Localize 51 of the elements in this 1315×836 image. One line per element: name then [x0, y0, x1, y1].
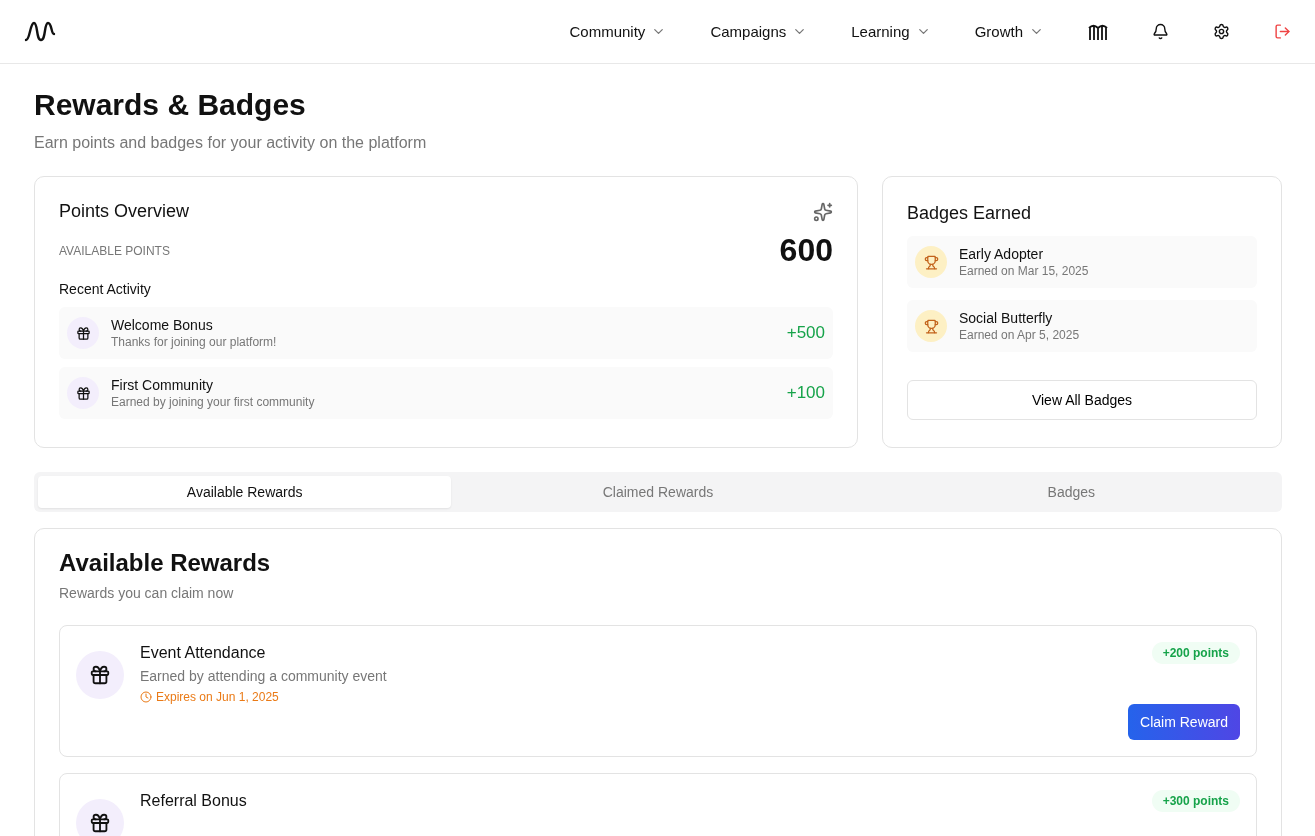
panel-subtitle: Rewards you can claim now: [59, 585, 235, 601]
settings-icon: [1213, 23, 1230, 40]
badge-date: Earned on Apr 5, 2025: [959, 328, 1081, 342]
badge-name: Early Adopter: [959, 246, 1045, 262]
activity-points: +100: [786, 383, 825, 403]
logo-icon[interactable]: [24, 19, 56, 44]
view-badges-button[interactable]: View All Badges: [907, 380, 1257, 420]
gift-icon: [67, 377, 99, 409]
badge-name: Social Butterfly: [959, 310, 1054, 326]
claim-reward-button[interactable]: Claim Reward: [1128, 704, 1240, 740]
reward-description: Earned by attending a community event: [140, 668, 388, 684]
card-title: Points Overview: [59, 201, 190, 222]
points-badge: +200 points: [1151, 642, 1240, 664]
nav-menu[interactable]: Learning: [851, 23, 931, 40]
panel-title: Available Rewards: [59, 549, 272, 577]
page-title: Rewards & Badges: [34, 88, 307, 122]
tab[interactable]: Badges: [864, 476, 1278, 508]
logout-icon: [1274, 23, 1291, 40]
reward-title: Event Attendance: [140, 644, 267, 662]
section-label: Recent Activity: [59, 281, 152, 297]
notifications-button[interactable]: [1152, 23, 1169, 40]
gift-icon: [67, 317, 99, 349]
activity-description: Thanks for joining our platform!: [111, 335, 278, 349]
nav-menu[interactable]: Growth: [974, 23, 1044, 40]
settings-button[interactable]: [1213, 23, 1230, 40]
activity-title: First Community: [111, 377, 214, 393]
columns-button[interactable]: [1088, 22, 1108, 41]
tab[interactable]: Claimed Rewards: [451, 476, 865, 508]
nav-menu[interactable]: Community: [569, 23, 667, 40]
activity-description: Earned by joining your first community: [111, 395, 316, 409]
reward-title: Referral Bonus: [140, 792, 248, 810]
sparkle-icon: [813, 201, 833, 222]
gift-icon: [76, 799, 124, 836]
clock-icon: [140, 691, 152, 703]
points-badge: +300 points: [1151, 790, 1240, 812]
points-label: AVAILABLE POINTS: [59, 243, 170, 258]
trophy-icon: [915, 246, 947, 278]
logout-button[interactable]: [1274, 23, 1291, 40]
page-subtitle: Earn points and badges for your activity on the platform: [34, 134, 428, 152]
nav-menu[interactable]: Campaigns: [710, 23, 808, 40]
reward-expiry: Expires on Jun 1, 2025: [140, 690, 1136, 704]
points-value: 600: [779, 232, 833, 269]
gift-icon: [76, 651, 124, 699]
activity-title: Welcome Bonus: [111, 317, 214, 333]
badge-date: Earned on Mar 15, 2025: [959, 264, 1090, 278]
columns-icon: [1088, 22, 1108, 41]
activity-points: +500: [786, 323, 825, 343]
card-title: Badges Earned: [907, 203, 1033, 224]
bell-icon: [1152, 23, 1169, 40]
tab[interactable]: Available Rewards: [38, 476, 452, 508]
trophy-icon: [915, 310, 947, 342]
